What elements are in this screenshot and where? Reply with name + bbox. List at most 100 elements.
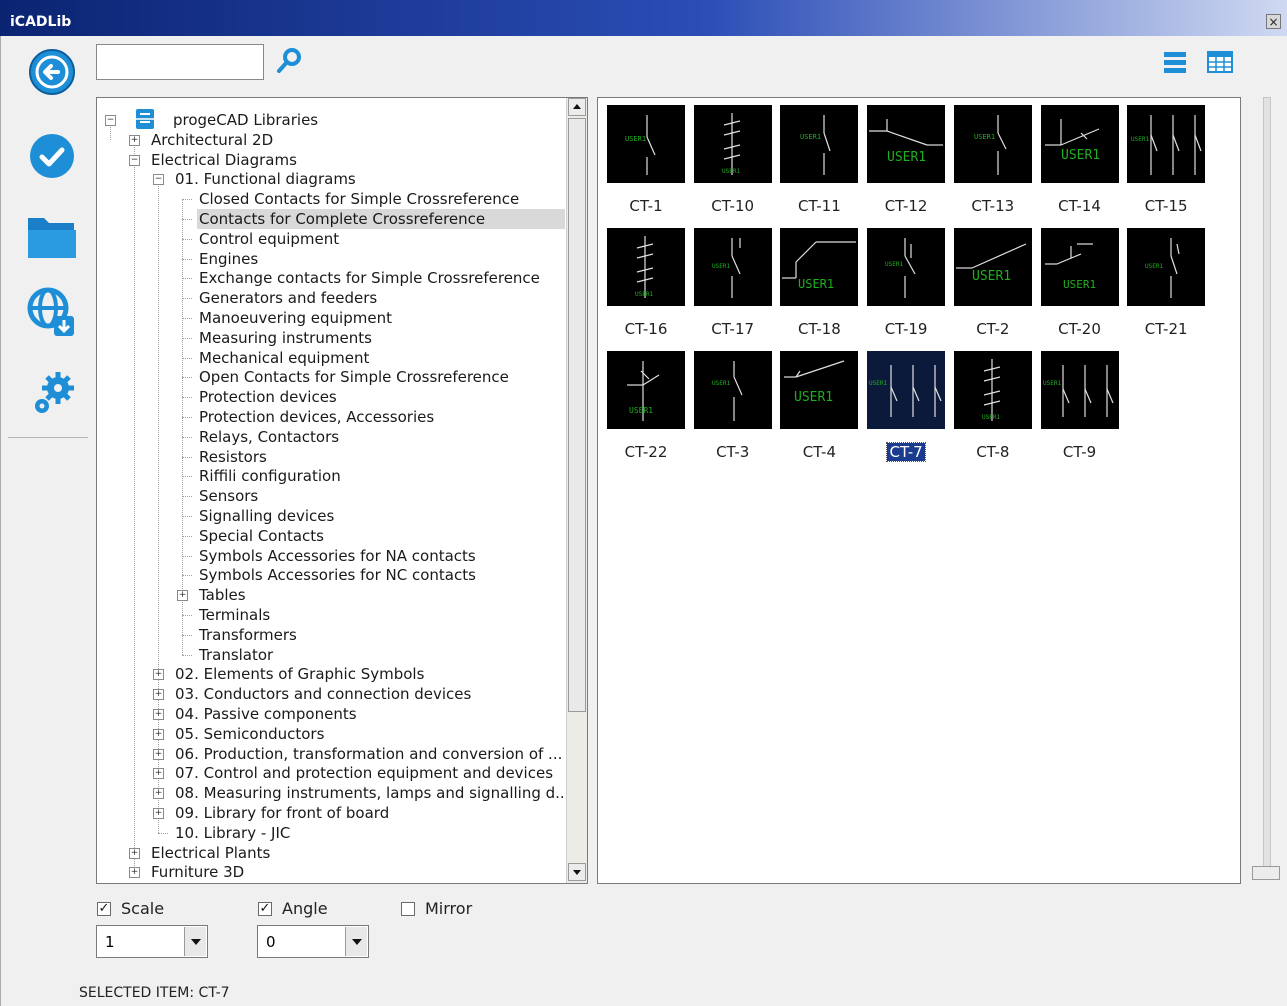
symbol-tile[interactable]: USER1 CT-21 [1127,228,1207,338]
symbol-tile[interactable]: USER1 CT-19 [867,228,947,338]
tree-item[interactable]: Protection devices, Accessories [199,407,434,427]
tree-expander[interactable]: + [153,768,164,780]
symbol-tile[interactable]: USER1 CT-9 [1040,351,1121,461]
tree-item[interactable]: 07. Control and protection equipment and… [175,763,553,783]
symbol-tile[interactable]: USER1 CT-17 [693,228,774,338]
tree-item[interactable]: progeCAD Libraries [173,110,318,130]
symbol-tile[interactable]: USER1 CT-16 [607,228,687,338]
tree-item[interactable]: Furniture 3D [151,862,244,882]
tree-item[interactable]: 09. Library for front of board [175,803,389,823]
angle-checkbox[interactable]: ✓ [258,902,272,916]
tree-expander[interactable]: − [153,174,164,186]
symbol-tile[interactable]: USER1 CT-18 [780,228,860,338]
download-web-button[interactable] [24,284,80,340]
symbol-tile[interactable]: USER1 CT-2 [953,228,1034,338]
tree-expander[interactable]: + [129,847,140,859]
open-folder-button[interactable] [24,208,80,264]
tree-expander[interactable]: + [153,709,164,720]
tree-item[interactable]: Architectural 2D [151,130,273,150]
symbol-tile[interactable]: USER1 CT-14 [1040,105,1121,215]
tree-item[interactable]: Control equipment [199,229,339,249]
tree-item[interactable]: Tables [199,585,246,605]
tree-item[interactable]: Special Contacts [199,526,324,546]
tree-expander[interactable]: + [129,867,140,879]
tree-item[interactable]: 01. Functional diagrams [175,169,356,189]
tree-item[interactable]: 03. Conductors and connection devices [175,684,471,704]
tree-item[interactable]: Manoeuvering equipment [199,308,392,328]
tree-expander[interactable]: − [105,115,116,126]
tree-item[interactable]: Engines [199,249,258,269]
search-button[interactable] [274,46,304,76]
tree-scroll-thumb[interactable] [568,118,586,712]
tree-item[interactable]: Generators and feeders [199,288,377,308]
tree-item[interactable]: Terminals [199,605,270,625]
symbol-tile[interactable]: USER1 CT-1 [607,105,687,215]
list-view-button[interactable] [1162,50,1188,74]
tree-scrollbar[interactable] [566,98,587,883]
tree-item[interactable]: 04. Passive components [175,704,357,724]
tree-item[interactable]: 05. Semiconductors [175,724,324,744]
tree-item[interactable]: Relays, Contactors [199,427,339,447]
symbol-tile[interactable]: USER1 CT-4 [780,351,860,461]
tree-item[interactable]: Protection devices [199,387,337,407]
tree-item[interactable]: Measuring instruments [199,328,372,348]
scale-checkbox[interactable]: ✓ [97,902,111,916]
symbol-tile[interactable]: USER1 CT-15 [1127,105,1207,215]
tree-expander[interactable]: + [177,590,188,602]
symbol-tile[interactable]: USER1 CT-11 [780,105,860,215]
tree-item[interactable]: Mechanical equipment [199,348,369,368]
tree-item[interactable]: 10. Library - JIC [175,823,290,843]
mirror-checkbox[interactable] [401,902,415,916]
grid-scrollbar[interactable] [1252,97,1280,884]
back-button[interactable] [24,44,80,100]
tree-item[interactable]: 02. Elements of Graphic Symbols [175,664,424,684]
tree-expander[interactable]: + [129,134,140,146]
symbol-tile[interactable]: USER1 CT-22 [607,351,687,461]
tree-item[interactable]: Riffili configuration [199,466,341,486]
tree-item[interactable]: 08. Measuring instruments, lamps and sig… [175,783,569,803]
symbol-tile[interactable]: USER1 CT-7 [867,351,947,462]
scroll-down-arrow[interactable] [568,863,586,881]
tree-expander[interactable]: + [153,748,164,760]
tree-item[interactable]: Resistors [199,447,267,467]
tree-expander[interactable]: + [153,808,164,819]
symbol-tile[interactable]: USER1 CT-13 [953,105,1034,215]
scroll-up-arrow[interactable] [568,98,586,116]
tree-item[interactable]: Contacts for Complete Crossreference [197,209,565,229]
apply-button[interactable] [24,128,80,184]
settings-button[interactable] [24,366,80,422]
chevron-down-icon[interactable] [184,927,206,956]
tree-item[interactable]: Sensors [199,486,258,506]
tree-expander[interactable]: + [153,788,164,800]
tree-item[interactable]: Translator [199,645,273,665]
angle-combo[interactable]: 0 [257,925,369,958]
tree-item[interactable]: 06. Production, transformation and conve… [175,744,562,764]
tree-item[interactable]: Electrical Diagrams [151,150,297,170]
tree-item[interactable]: Symbols Accessories for NC contacts [199,565,476,585]
tree-expander[interactable]: + [153,669,164,681]
chevron-down-icon[interactable] [345,927,367,956]
tree-item[interactable]: Symbols Accessories for NA contacts [199,546,476,566]
tree-item[interactable]: Transformers [199,625,297,645]
tree-item[interactable]: Open Contacts for Simple Crossreference [199,367,509,387]
tree-item-label: Closed Contacts for Simple Crossreferenc… [199,190,520,209]
symbol-tile[interactable]: USER1 CT-3 [693,351,774,461]
tree-item[interactable]: Electrical Plants [151,843,270,863]
tree-item[interactable]: Exchange contacts for Simple Crossrefere… [199,268,540,288]
symbol-tile[interactable]: USER1 CT-10 [693,105,774,215]
close-icon[interactable]: × [1266,14,1281,29]
search-input[interactable] [96,44,264,80]
tree-expander[interactable]: + [153,728,164,740]
grid-view-button[interactable] [1206,50,1234,74]
scale-combo[interactable]: 1 [96,925,208,958]
symbol-tile[interactable]: USER1 CT-12 [867,105,947,215]
symbol-grid[interactable]: USER1 CT-1 USER1 CT-10 USER1 CT-11 USER1 CT-12 U… [597,97,1241,884]
symbol-tile[interactable]: USER1 CT-20 [1040,228,1121,338]
tree-item[interactable]: Signalling devices [199,506,334,526]
tree-item[interactable]: Closed Contacts for Simple Crossreferenc… [199,189,519,209]
library-tree[interactable]: − progeCAD Libraries + Architectural 2D − Ele… [96,97,588,884]
symbol-tile[interactable]: USER1 CT-8 [953,351,1034,461]
tree-expander[interactable]: − [129,154,140,166]
tree-expander[interactable]: + [153,689,164,701]
grid-scroll-thumb[interactable] [1252,866,1280,880]
